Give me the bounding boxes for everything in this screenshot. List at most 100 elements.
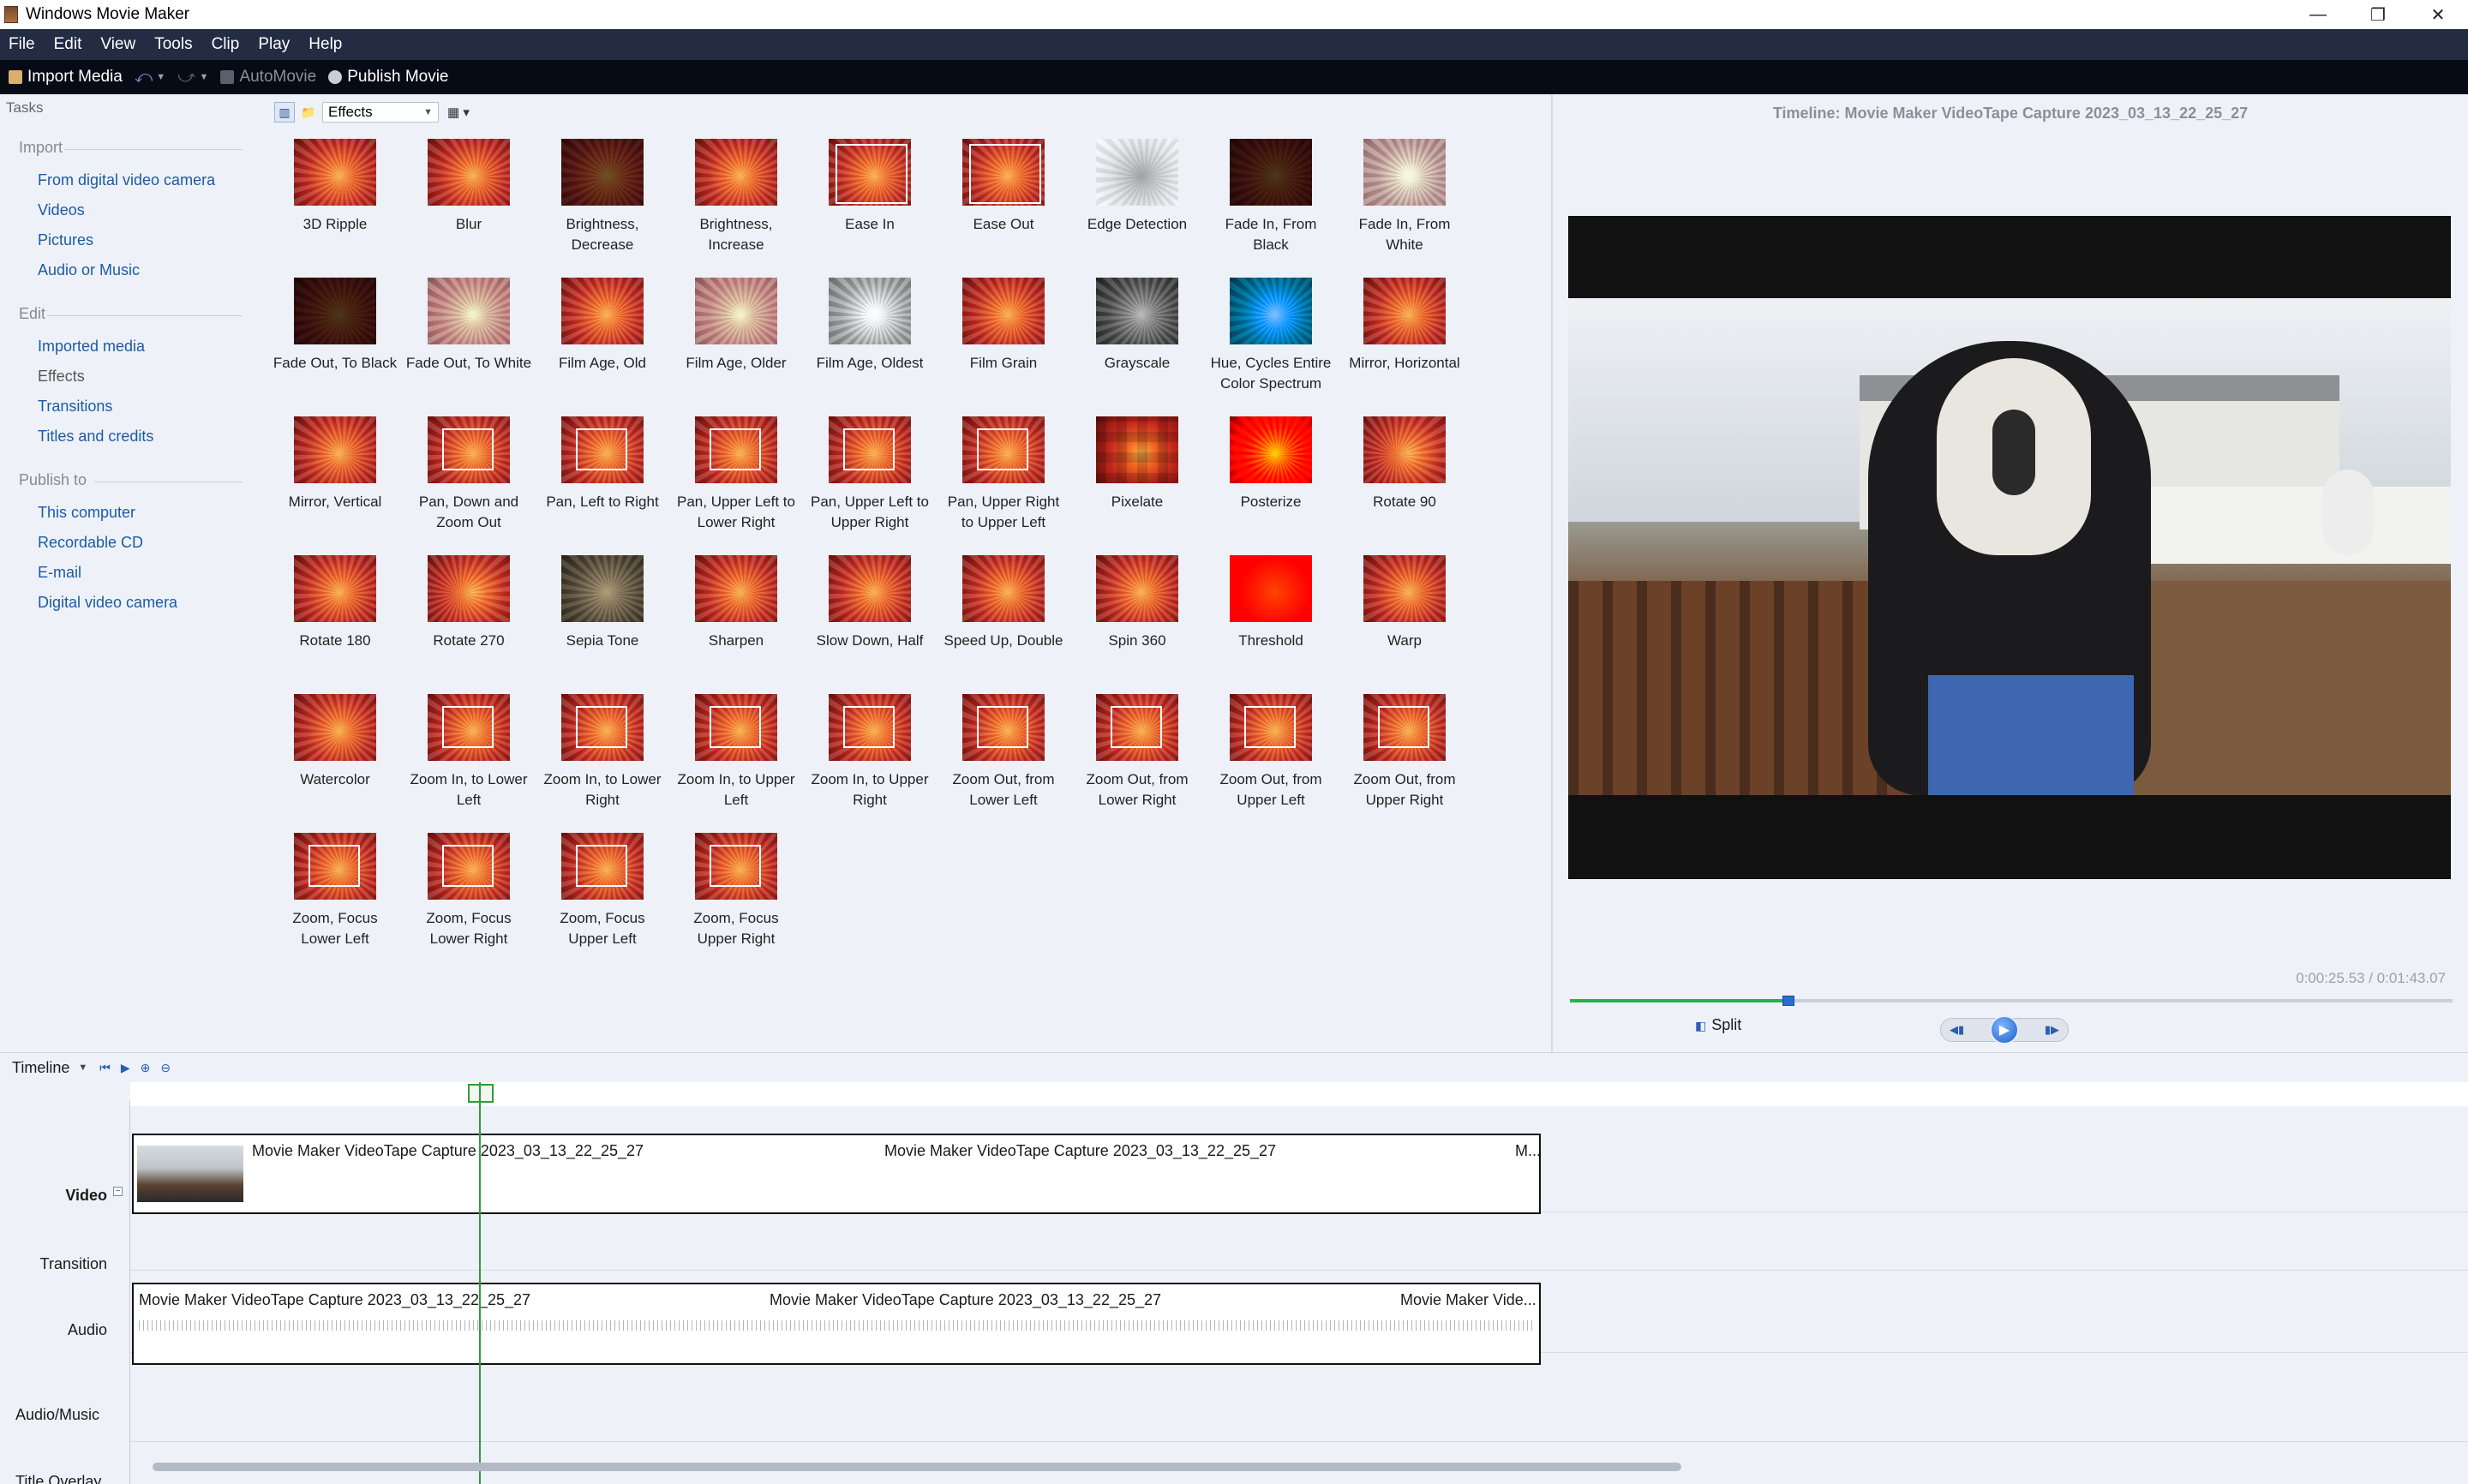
task-link-email[interactable]: E-mail [38, 564, 81, 582]
folder-icon[interactable]: 📁 [298, 102, 319, 123]
effect-item[interactable]: Zoom In, to Lower Right [536, 694, 669, 831]
effect-item[interactable]: Fade Out, To Black [268, 278, 402, 415]
play-button[interactable]: ▶ [1990, 1015, 2019, 1044]
minimize-button[interactable]: — [2288, 0, 2348, 29]
video-track[interactable]: Movie Maker VideoTape Capture 2023_03_13… [130, 1130, 2468, 1214]
effect-item[interactable]: Rotate 270 [402, 555, 536, 692]
effect-item[interactable]: Ease Out [937, 139, 1070, 276]
restore-button[interactable]: ❐ [2348, 0, 2408, 29]
effect-item[interactable]: Zoom Out, from Lower Right [1070, 694, 1204, 831]
collection-select[interactable]: Effects ▼ [322, 102, 439, 123]
audio-track[interactable]: Movie Maker VideoTape Capture 2023_03_13… [130, 1271, 2468, 1365]
task-link-pictures[interactable]: Pictures [38, 231, 93, 249]
split-button[interactable]: ◧ Split [1695, 1016, 1741, 1034]
effect-item[interactable]: Ease In [803, 139, 937, 276]
task-link-this-computer[interactable]: This computer [38, 504, 135, 522]
effect-item[interactable]: Brightness, Decrease [536, 139, 669, 276]
undo-icon[interactable]: ⤺ [135, 68, 153, 87]
menu-file[interactable]: File [9, 35, 35, 54]
collapse-video-track-icon[interactable]: − [113, 1187, 123, 1196]
play-timeline-icon[interactable]: ▶ [121, 1061, 130, 1075]
effect-item[interactable]: Warp [1338, 555, 1471, 692]
effect-item[interactable]: Pan, Upper Right to Upper Left [937, 416, 1070, 554]
rewind-icon[interactable]: ⏮ [99, 1061, 111, 1075]
effect-item[interactable]: Mirror, Vertical [268, 416, 402, 554]
horizontal-scrollbar[interactable] [153, 1463, 1681, 1471]
publish-movie-button[interactable]: Publish Movie [328, 68, 449, 87]
zoom-out-icon[interactable]: ⊖ [160, 1061, 171, 1075]
undo-dropdown-icon[interactable]: ▼ [156, 72, 165, 82]
task-link-imported-media[interactable]: Imported media [38, 338, 145, 356]
seek-bar[interactable] [1570, 996, 2453, 1006]
show-tasks-icon[interactable]: ▥ [274, 102, 295, 123]
effect-item[interactable]: Sharpen [669, 555, 803, 692]
effect-item[interactable]: Film Age, Older [669, 278, 803, 415]
effect-item[interactable]: Fade In, From Black [1204, 139, 1338, 276]
effect-item[interactable]: Film Age, Oldest [803, 278, 937, 415]
effect-item[interactable]: Film Grain [937, 278, 1070, 415]
effect-item[interactable]: Sepia Tone [536, 555, 669, 692]
effect-item[interactable]: Rotate 180 [268, 555, 402, 692]
task-link-recordable-cd[interactable]: Recordable CD [38, 534, 143, 552]
redo-dropdown-icon[interactable]: ▼ [200, 72, 209, 82]
automovie-button[interactable]: AutoMovie [220, 68, 316, 87]
menu-edit[interactable]: Edit [54, 35, 82, 54]
effect-item[interactable]: Slow Down, Half [803, 555, 937, 692]
previous-frame-icon[interactable]: ◀▮ [1950, 1023, 1964, 1037]
effect-item[interactable]: Pan, Upper Left to Upper Right [803, 416, 937, 554]
effect-item[interactable]: Grayscale [1070, 278, 1204, 415]
zoom-in-icon[interactable]: ⊕ [141, 1061, 151, 1075]
effect-item[interactable]: Zoom, Focus Upper Right [669, 833, 803, 970]
menu-help[interactable]: Help [308, 35, 342, 54]
effect-item[interactable]: Zoom In, to Upper Left [669, 694, 803, 831]
import-media-button[interactable]: Import Media [9, 68, 123, 87]
seek-handle[interactable] [1782, 996, 1795, 1006]
audio-clip[interactable]: Movie Maker VideoTape Capture 2023_03_13… [132, 1283, 1541, 1365]
effect-item[interactable]: Hue, Cycles Entire Color Spectrum [1204, 278, 1338, 415]
effect-item[interactable]: Rotate 90 [1338, 416, 1471, 554]
effect-item[interactable]: 3D Ripple [268, 139, 402, 276]
effect-item[interactable]: Watercolor [268, 694, 402, 831]
effect-item[interactable]: Fade Out, To White [402, 278, 536, 415]
effect-item[interactable]: Film Age, Old [536, 278, 669, 415]
task-link-dv-camera[interactable]: Digital video camera [38, 594, 177, 612]
effect-item[interactable]: Zoom, Focus Lower Right [402, 833, 536, 970]
effect-item[interactable]: Pan, Down and Zoom Out [402, 416, 536, 554]
task-link-digital-camera[interactable]: From digital video camera [38, 171, 215, 189]
effect-item[interactable]: Zoom, Focus Upper Left [536, 833, 669, 970]
playhead[interactable] [479, 1082, 481, 1484]
close-button[interactable]: ✕ [2408, 0, 2468, 29]
task-link-videos[interactable]: Videos [38, 201, 85, 219]
transition-track[interactable] [130, 1216, 2468, 1271]
menu-view[interactable]: View [100, 35, 135, 54]
menu-tools[interactable]: Tools [154, 35, 192, 54]
task-link-effects[interactable]: Effects [38, 368, 85, 386]
timeline-view-label[interactable]: Timeline [12, 1059, 69, 1077]
chevron-down-icon[interactable]: ▼ [78, 1062, 87, 1073]
effect-item[interactable]: Blur [402, 139, 536, 276]
next-frame-icon[interactable]: ▮▶ [2045, 1023, 2059, 1037]
effect-item[interactable]: Zoom Out, from Upper Left [1204, 694, 1338, 831]
menu-clip[interactable]: Clip [212, 35, 240, 54]
effect-item[interactable]: Pan, Left to Right [536, 416, 669, 554]
task-link-audio-music[interactable]: Audio or Music [38, 261, 140, 279]
video-clip[interactable]: Movie Maker VideoTape Capture 2023_03_13… [132, 1134, 1541, 1214]
effect-item[interactable]: Zoom, Focus Lower Left [268, 833, 402, 970]
effect-item[interactable]: Zoom Out, from Upper Right [1338, 694, 1471, 831]
effect-item[interactable]: Zoom Out, from Lower Left [937, 694, 1070, 831]
effect-item[interactable]: Posterize [1204, 416, 1338, 554]
task-link-titles-credits[interactable]: Titles and credits [38, 428, 153, 446]
effect-item[interactable]: Brightness, Increase [669, 139, 803, 276]
effect-item[interactable]: Speed Up, Double [937, 555, 1070, 692]
effect-item[interactable]: Spin 360 [1070, 555, 1204, 692]
audio-music-track[interactable] [130, 1373, 2468, 1442]
effect-item[interactable]: Edge Detection [1070, 139, 1204, 276]
effect-item[interactable]: Zoom In, to Lower Left [402, 694, 536, 831]
effect-item[interactable]: Threshold [1204, 555, 1338, 692]
effect-item[interactable]: Pixelate [1070, 416, 1204, 554]
effect-item[interactable]: Zoom In, to Upper Right [803, 694, 937, 831]
task-link-transitions[interactable]: Transitions [38, 398, 112, 416]
effect-item[interactable]: Pan, Upper Left to Lower Right [669, 416, 803, 554]
redo-icon[interactable]: ⤻ [177, 68, 195, 87]
playhead-marker[interactable] [468, 1084, 494, 1103]
